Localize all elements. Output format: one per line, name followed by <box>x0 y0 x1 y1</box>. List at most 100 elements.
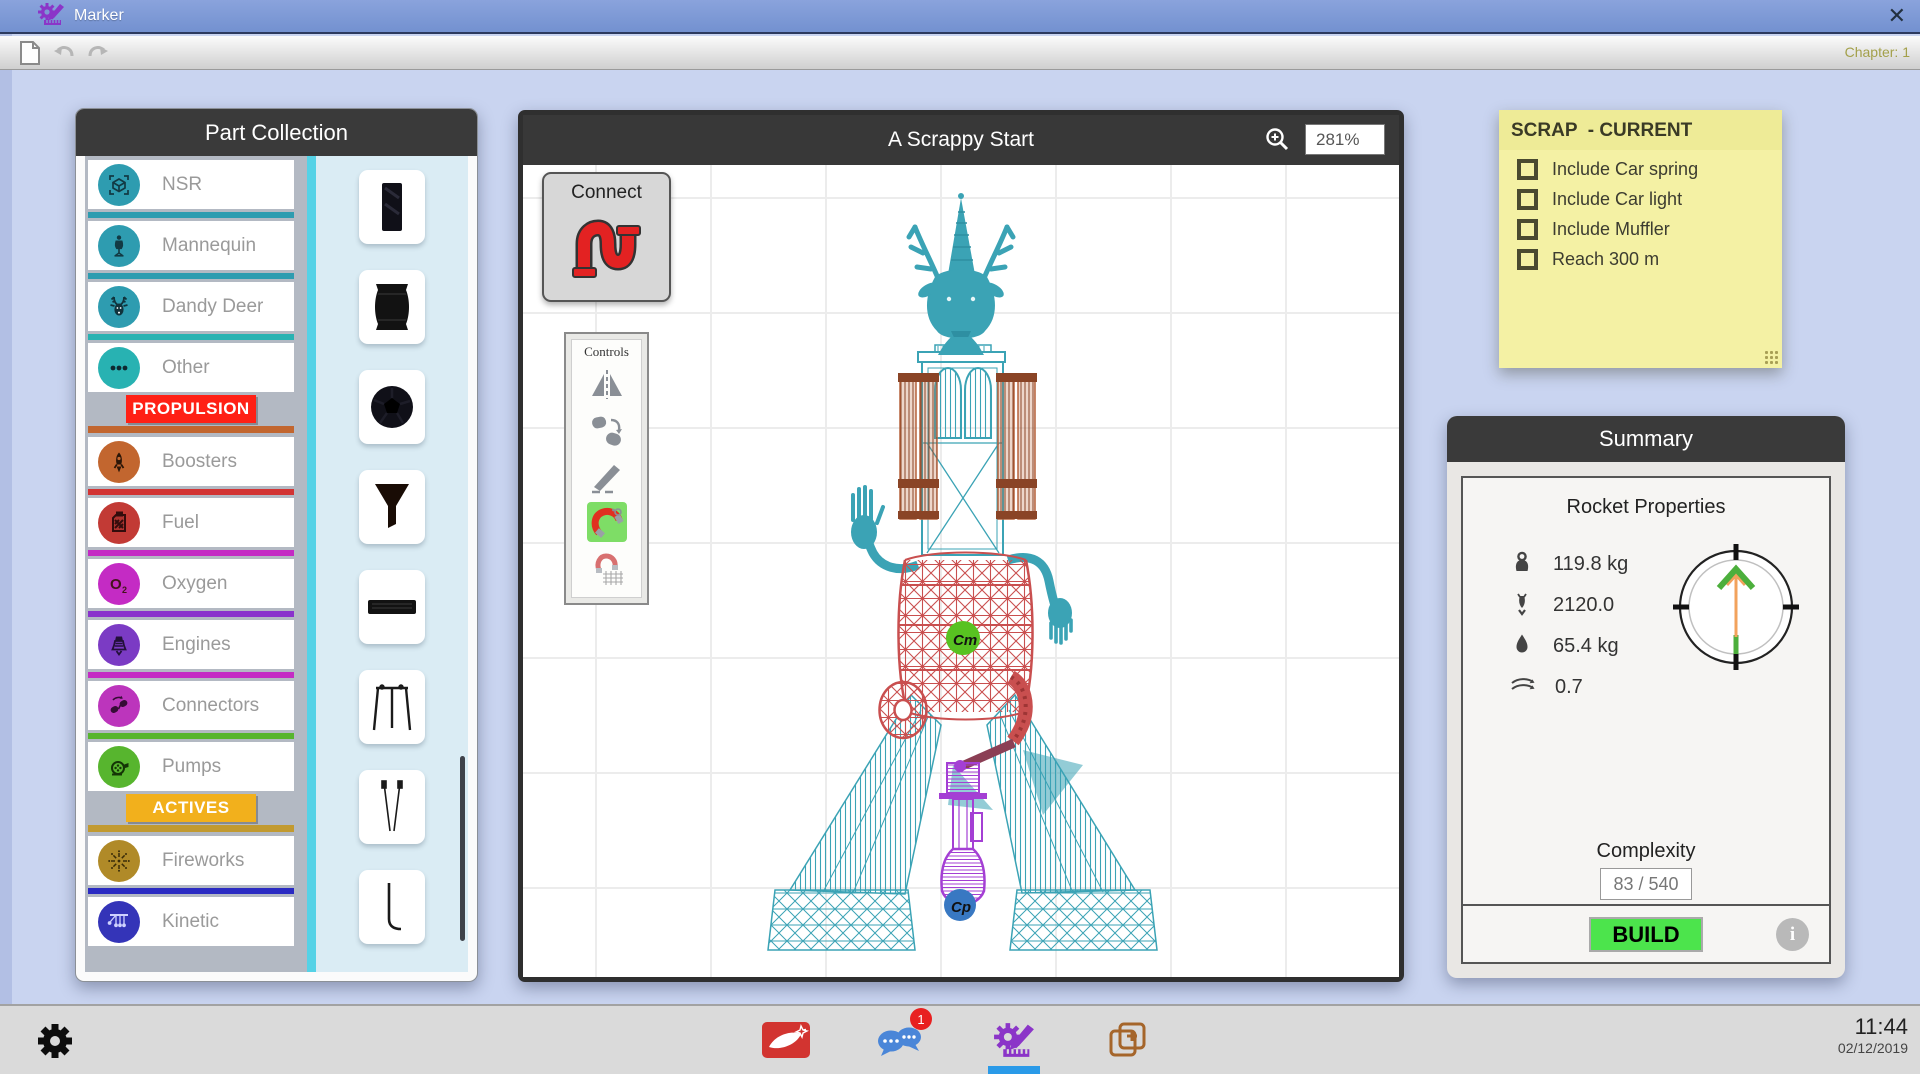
collection-add-app-icon[interactable] <box>1102 1016 1154 1064</box>
redo-icon[interactable] <box>86 44 110 69</box>
center-of-pressure-marker: Cp <box>944 889 976 921</box>
booster-rocket-icon <box>98 440 140 483</box>
close-window-button[interactable]: ✕ <box>1888 2 1906 30</box>
stat-mass: 119.8 kg <box>1509 544 1628 585</box>
section-label: PROPULSION <box>126 395 256 423</box>
fuel-icon <box>1509 631 1535 662</box>
undo-icon[interactable] <box>52 44 76 69</box>
newtons-cradle-icon <box>98 900 140 943</box>
category-boosters[interactable]: Boosters <box>88 437 294 486</box>
red-torus <box>878 680 928 740</box>
game-screen: Marker ✕ Chapter: 1 Part Collection NSR <box>0 0 1920 1074</box>
task-label: Include Muffler <box>1552 219 1670 239</box>
part-thumb-swing-frame[interactable] <box>359 670 425 744</box>
part-thumb-dark-barrel[interactable] <box>359 270 425 344</box>
category-nsr[interactable]: NSR <box>88 160 294 209</box>
part-thumb-dark-panel[interactable] <box>359 170 425 244</box>
chapter-indicator: Chapter: 1 <box>1844 44 1910 60</box>
part-collection-panel: Part Collection NSR Mannequin Dandy Deer… <box>75 108 478 982</box>
checkbox-muffler[interactable] <box>1517 219 1538 240</box>
stat-thrust: 2120.0 <box>1509 585 1628 626</box>
info-button[interactable]: i <box>1776 918 1809 951</box>
checkbox-car-light[interactable] <box>1517 189 1538 210</box>
zoom-magnifier-icon[interactable] <box>1263 126 1291 159</box>
panel-divider-strip <box>307 156 316 972</box>
controls-title: Controls <box>584 344 629 359</box>
checkbox-reach-300m[interactable] <box>1517 249 1538 270</box>
magnet-grid-tool-icon[interactable] <box>587 548 627 588</box>
app-title: Marker <box>74 7 124 24</box>
pipe-connect-icon <box>568 204 646 293</box>
divider <box>88 611 294 617</box>
new-file-icon[interactable] <box>18 40 42 71</box>
summary-card: Rocket Properties 119.8 kg 2120.0 65.4 k… <box>1461 476 1831 964</box>
category-fuel[interactable]: Fuel <box>88 498 294 547</box>
connect-tool-button[interactable]: Connect <box>542 172 671 302</box>
nsr-cube-scan-icon <box>98 163 140 206</box>
category-dandy-deer[interactable]: Dandy Deer <box>88 282 294 331</box>
settings-gear-icon[interactable] <box>34 1020 76 1067</box>
chat-app-icon[interactable]: 1 <box>874 1008 932 1064</box>
category-kinetic[interactable]: Kinetic <box>88 897 294 946</box>
incline-tool-icon[interactable] <box>587 456 627 496</box>
divider <box>88 212 294 218</box>
com-label: Cm <box>953 632 977 649</box>
app-dock: 1 <box>760 1008 1154 1074</box>
part-thumb-funnel[interactable] <box>359 470 425 544</box>
titlebar: Marker ✕ <box>0 0 1920 34</box>
category-label: Fuel <box>162 511 199 533</box>
category-other[interactable]: Other <box>88 343 294 392</box>
category-label: Other <box>162 356 210 378</box>
part-thumb-bent-rod[interactable] <box>359 870 425 944</box>
complexity-label: Complexity <box>1596 840 1696 862</box>
task-car-spring: Include Car spring <box>1517 159 1782 180</box>
summary-panel: Summary Rocket Properties 119.8 kg 2120.… <box>1447 416 1845 978</box>
category-label: Fireworks <box>162 849 245 871</box>
build-button[interactable]: BUILD <box>1589 917 1703 952</box>
divider <box>88 550 294 556</box>
stat-fuel-mass: 65.4 kg <box>1509 626 1628 667</box>
category-fireworks[interactable]: Fireworks <box>88 836 294 885</box>
magnet-tool-icon-active[interactable] <box>586 502 627 542</box>
aero-value: 0.7 <box>1555 676 1583 698</box>
category-oxygen[interactable]: O2 Oxygen <box>88 559 294 608</box>
parts-scrollbar-thumb[interactable] <box>460 756 465 941</box>
mass-value: 119.8 kg <box>1553 553 1629 575</box>
center-of-mass-marker: Cm <box>946 621 980 655</box>
chili-app-icon[interactable] <box>760 1016 812 1064</box>
task-reach-300m: Reach 300 m <box>1517 249 1782 270</box>
category-engines[interactable]: Engines <box>88 620 294 669</box>
checkbox-car-spring[interactable] <box>1517 159 1538 180</box>
canvas-content[interactable]: Cm Cp Connect Controls <box>523 165 1399 977</box>
zoom-level-input[interactable] <box>1305 124 1385 155</box>
scrap-objectives-note: SCRAP - CURRENT Include Car spring Inclu… <box>1499 110 1782 368</box>
mirror-tool-icon[interactable] <box>587 364 627 404</box>
rotate-tool-icon[interactable] <box>587 410 627 450</box>
note-resize-handle[interactable] <box>1764 350 1778 364</box>
clock-time: 11:44 <box>1854 1014 1908 1039</box>
fireworks-icon <box>98 839 140 882</box>
part-thumb-dark-ball[interactable] <box>359 370 425 444</box>
deer-icon <box>98 285 140 328</box>
task-label: Include Car spring <box>1552 159 1699 179</box>
category-connectors[interactable]: Connectors <box>88 681 294 730</box>
part-thumb-dark-bar[interactable] <box>359 570 425 644</box>
category-label: Mannequin <box>162 234 257 256</box>
divider <box>88 334 294 340</box>
category-label: NSR <box>162 173 203 195</box>
thrust-direction-gauge <box>1665 536 1807 683</box>
taskbar-clock: 11:44 02/12/2019 <box>1838 1014 1908 1057</box>
section-propulsion: PROPULSION <box>88 395 294 433</box>
connect-label: Connect <box>571 182 642 203</box>
category-label: Oxygen <box>162 572 228 594</box>
note-title: SCRAP - CURRENT <box>1499 110 1782 150</box>
marker-app-icon-active[interactable] <box>988 1016 1040 1074</box>
part-thumb-wire-pair[interactable] <box>359 770 425 844</box>
divider <box>88 273 294 279</box>
complexity-value-input[interactable] <box>1600 868 1692 900</box>
svg-text:O: O <box>110 576 122 593</box>
divider <box>88 489 294 495</box>
category-pumps[interactable]: Pumps <box>88 742 294 791</box>
category-mannequin[interactable]: Mannequin <box>88 221 294 270</box>
mannequin-icon <box>98 224 140 267</box>
